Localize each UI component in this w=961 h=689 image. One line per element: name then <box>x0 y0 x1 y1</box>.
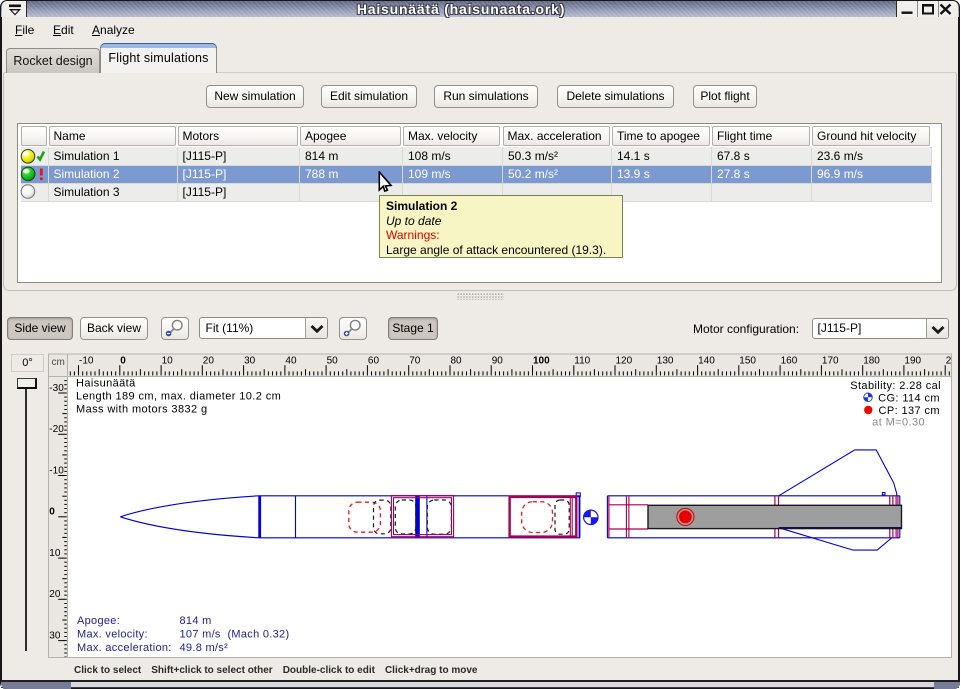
svg-text:140: 140 <box>698 356 715 367</box>
svg-text:-20: -20 <box>49 424 64 435</box>
svg-text:70: 70 <box>409 356 421 367</box>
svg-text:50: 50 <box>327 356 339 367</box>
svg-text:100: 100 <box>533 356 550 367</box>
svg-text:814 m: 814 m <box>180 615 212 627</box>
svg-text:-30: -30 <box>49 383 64 394</box>
svg-text:0: 0 <box>49 507 55 518</box>
svg-text:90: 90 <box>492 356 504 367</box>
svg-text:Max. velocity:: Max. velocity: <box>77 629 148 641</box>
svg-text:40: 40 <box>285 356 297 367</box>
svg-text:49.8 m/s²: 49.8 m/s² <box>180 642 229 654</box>
svg-text:170: 170 <box>822 356 839 367</box>
svg-text:-10: -10 <box>49 465 64 476</box>
svg-text:20: 20 <box>203 356 215 367</box>
svg-text:60: 60 <box>368 356 380 367</box>
svg-text:120: 120 <box>616 356 633 367</box>
svg-text:10: 10 <box>162 356 174 367</box>
svg-text:107 m/s (Mach 0.32): 107 m/s (Mach 0.32) <box>180 629 290 641</box>
svg-text:20: 20 <box>49 589 61 600</box>
svg-text:at M=0.30: at M=0.30 <box>872 416 925 428</box>
svg-text:30: 30 <box>49 630 61 641</box>
svg-text:160: 160 <box>781 356 798 367</box>
svg-text:Haisunäätä: Haisunäätä <box>76 378 136 390</box>
svg-text:130: 130 <box>657 356 674 367</box>
svg-text:190: 190 <box>904 356 921 367</box>
svg-text:Length 189 cm, max. diameter 1: Length 189 cm, max. diameter 10.2 cm <box>76 391 281 403</box>
svg-text:180: 180 <box>863 356 880 367</box>
svg-text:80: 80 <box>451 356 463 367</box>
svg-text:Mass with motors 3832 g: Mass with motors 3832 g <box>76 404 207 416</box>
svg-text:CP: 137 cm: CP: 137 cm <box>879 405 940 417</box>
svg-text:-10: -10 <box>79 356 94 367</box>
svg-text:110: 110 <box>574 356 590 367</box>
svg-text:Apogee:: Apogee: <box>77 615 120 627</box>
svg-text:Stability: 2.28 cal: Stability: 2.28 cal <box>850 380 941 392</box>
svg-text:cm: cm <box>52 357 65 368</box>
svg-text:0: 0 <box>120 356 126 367</box>
svg-text:150: 150 <box>739 356 756 367</box>
svg-text:Max. acceleration:: Max. acceleration: <box>77 642 172 654</box>
svg-text:10: 10 <box>49 548 61 559</box>
svg-text:CG: 114 cm: CG: 114 cm <box>878 392 940 404</box>
svg-text:30: 30 <box>244 356 256 367</box>
